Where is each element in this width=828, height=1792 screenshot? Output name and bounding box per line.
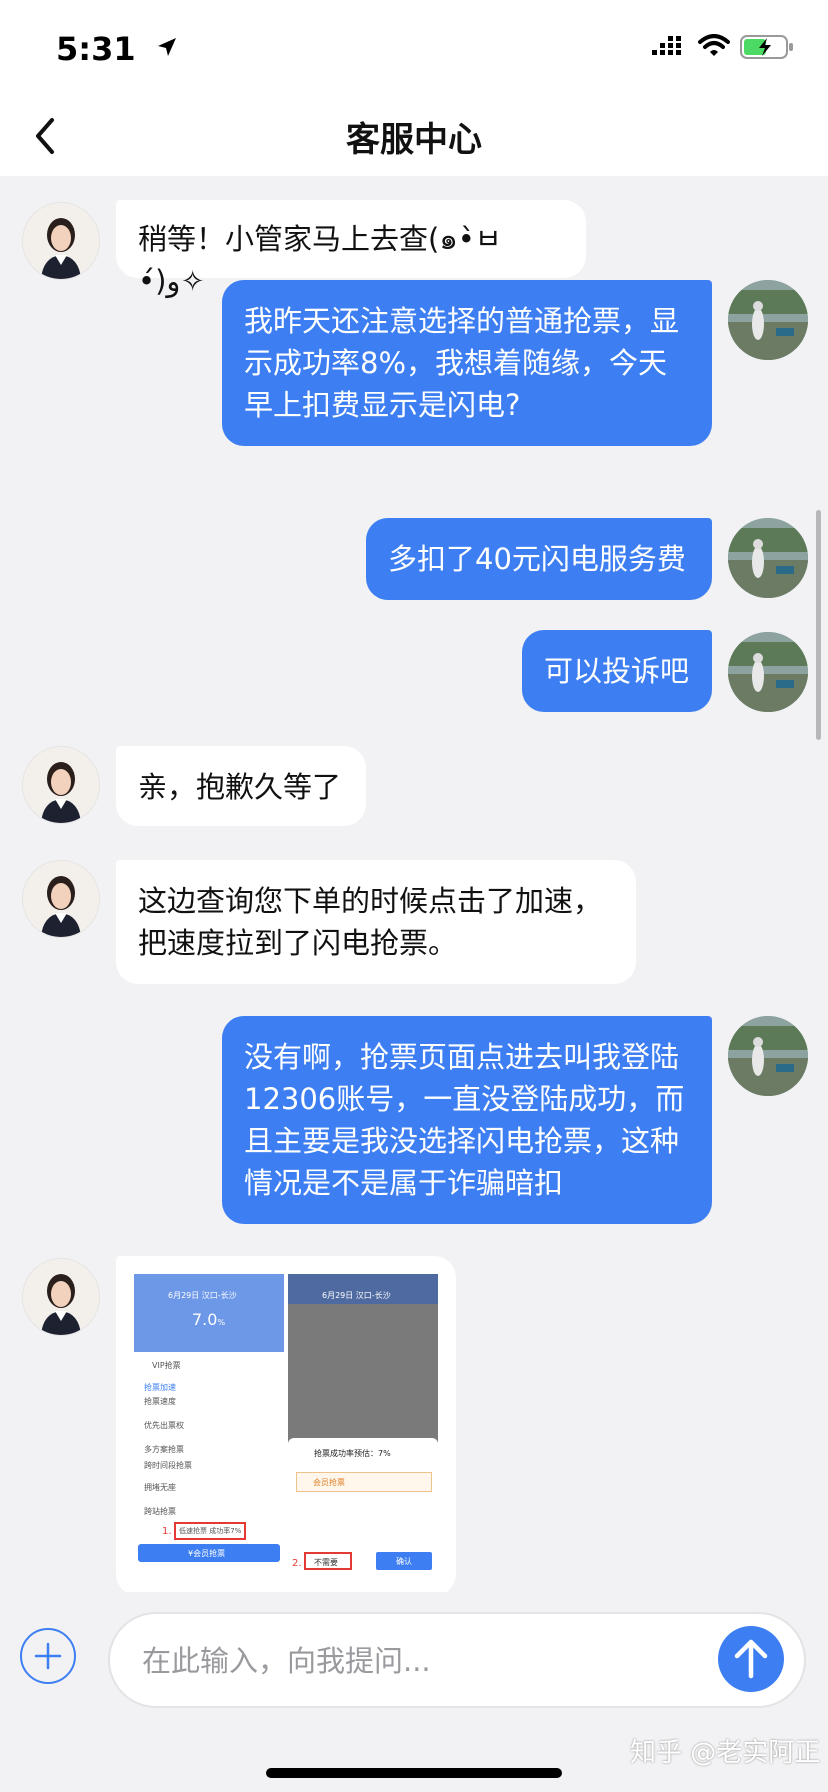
step-1-box: 低速抢票 成功率7% (174, 1522, 247, 1540)
image-message[interactable]: 6月29日 汉口-长沙 7.0% VIP抢票 抢票加速 抢票速度 优先出票权 多… (116, 1256, 456, 1592)
step-2-label: 2. (292, 1558, 302, 1569)
arrow-up-icon (734, 1639, 768, 1679)
signal-icon (652, 36, 681, 55)
chat-area[interactable]: 稍等！小管家马上去查(๑•̀ㅂ•́)و✧ 我昨天还注意选择的普通抢票，显 示成功… (0, 176, 828, 1592)
mini-row: 抢票速度 (144, 1397, 176, 1406)
page-title: 客服中心 (346, 120, 482, 160)
user-avatar[interactable] (728, 518, 808, 598)
agent-avatar[interactable] (22, 1258, 100, 1336)
step-1-label: 1. (162, 1526, 172, 1537)
message-input[interactable]: 在此输入，向我提问... (108, 1612, 806, 1708)
agent-avatar[interactable] (22, 202, 100, 280)
scrollbar[interactable] (816, 510, 821, 740)
home-indicator[interactable] (266, 1768, 562, 1778)
plus-icon (34, 1642, 62, 1670)
mini-rate: 7.0% (192, 1310, 226, 1329)
input-area: 在此输入，向我提问... 知乎 @老实阿正 (0, 1592, 828, 1792)
dialog-title: 抢票成功率预估：7% (314, 1449, 391, 1458)
screenshot-right: 6月29日 汉口-长沙 抢票成功率预估：7% 会员抢票 2. 不需要 确认 (288, 1274, 438, 1578)
user-photo-icon (728, 1016, 808, 1096)
agent-portrait-icon (23, 1259, 99, 1335)
message-bubble: 可以投诉吧 (522, 630, 712, 712)
agent-avatar[interactable] (22, 746, 100, 824)
nav-bar: 客服中心 (0, 96, 828, 176)
screenshot-left: 6月29日 汉口-长沙 7.0% VIP抢票 抢票加速 抢票速度 优先出票权 多… (134, 1274, 284, 1578)
add-button[interactable] (20, 1628, 76, 1684)
message-input-placeholder: 在此输入，向我提问... (142, 1644, 431, 1678)
mini-row: 优先出票权 (144, 1421, 184, 1430)
user-photo-icon (728, 632, 808, 712)
mini-header-title: 6月29日 汉口-长沙 (168, 1291, 237, 1300)
mini-row: 抢票加速 (144, 1383, 176, 1392)
agent-avatar[interactable] (22, 860, 100, 938)
wifi-icon (698, 34, 730, 56)
mini-vip-button: ¥会员抢票 (138, 1544, 280, 1562)
send-button[interactable] (718, 1626, 784, 1692)
message-bubble: 这边查询您下单的时候点击了加速， 把速度拉到了闪电抢票。 (116, 860, 636, 984)
mini-header: 6月29日 汉口-长沙 (288, 1274, 438, 1304)
mini-header: 6月29日 汉口-长沙 7.0% (134, 1274, 284, 1352)
agent-portrait-icon (23, 203, 99, 279)
user-avatar[interactable] (728, 1016, 808, 1096)
message-bubble: 稍等！小管家马上去查(๑•̀ㅂ•́)و✧ (116, 200, 586, 298)
agent-portrait-icon (23, 861, 99, 937)
dialog-badge: 会员抢票 (296, 1472, 432, 1492)
agent-portrait-icon (23, 747, 99, 823)
mini-row: 多方案抢票 (144, 1445, 184, 1454)
mini-row: 跨时间段抢票 (144, 1461, 192, 1470)
mini-confirm-button: 确认 (376, 1552, 432, 1570)
mini-row: 跨站抢票 (144, 1507, 176, 1516)
battery-charging-icon (740, 35, 793, 59)
user-avatar[interactable] (728, 280, 808, 360)
message-bubble: 亲，抱歉久等了 (116, 746, 366, 826)
watermark: 知乎 @老实阿正 (630, 1738, 821, 1768)
status-bar: 5:31 (0, 0, 828, 96)
mini-row: 拥堵无座 (144, 1483, 176, 1492)
user-photo-icon (728, 280, 808, 360)
location-arrow-icon (158, 38, 176, 56)
status-time: 5:31 (56, 30, 136, 68)
message-bubble: 我昨天还注意选择的普通抢票，显 示成功率8%，我想着随缘，今天 早上扣费显示是闪… (222, 280, 712, 446)
mini-row: VIP抢票 (152, 1361, 181, 1370)
step-2-box: 不需要 (304, 1552, 352, 1570)
message-bubble: 多扣了40元闪电服务费 (366, 518, 712, 600)
mini-dialog: 抢票成功率预估：7% 会员抢票 2. 不需要 确认 (288, 1438, 438, 1578)
user-photo-icon (728, 518, 808, 598)
mini-header-title: 6月29日 汉口-长沙 (322, 1291, 391, 1300)
user-avatar[interactable] (728, 632, 808, 712)
screenshot-image[interactable]: 6月29日 汉口-长沙 7.0% VIP抢票 抢票加速 抢票速度 优先出票权 多… (134, 1274, 438, 1578)
message-bubble: 没有啊，抢票页面点进去叫我登陆 12306账号，一直没登陆成功，而 且主要是我没… (222, 1016, 712, 1224)
